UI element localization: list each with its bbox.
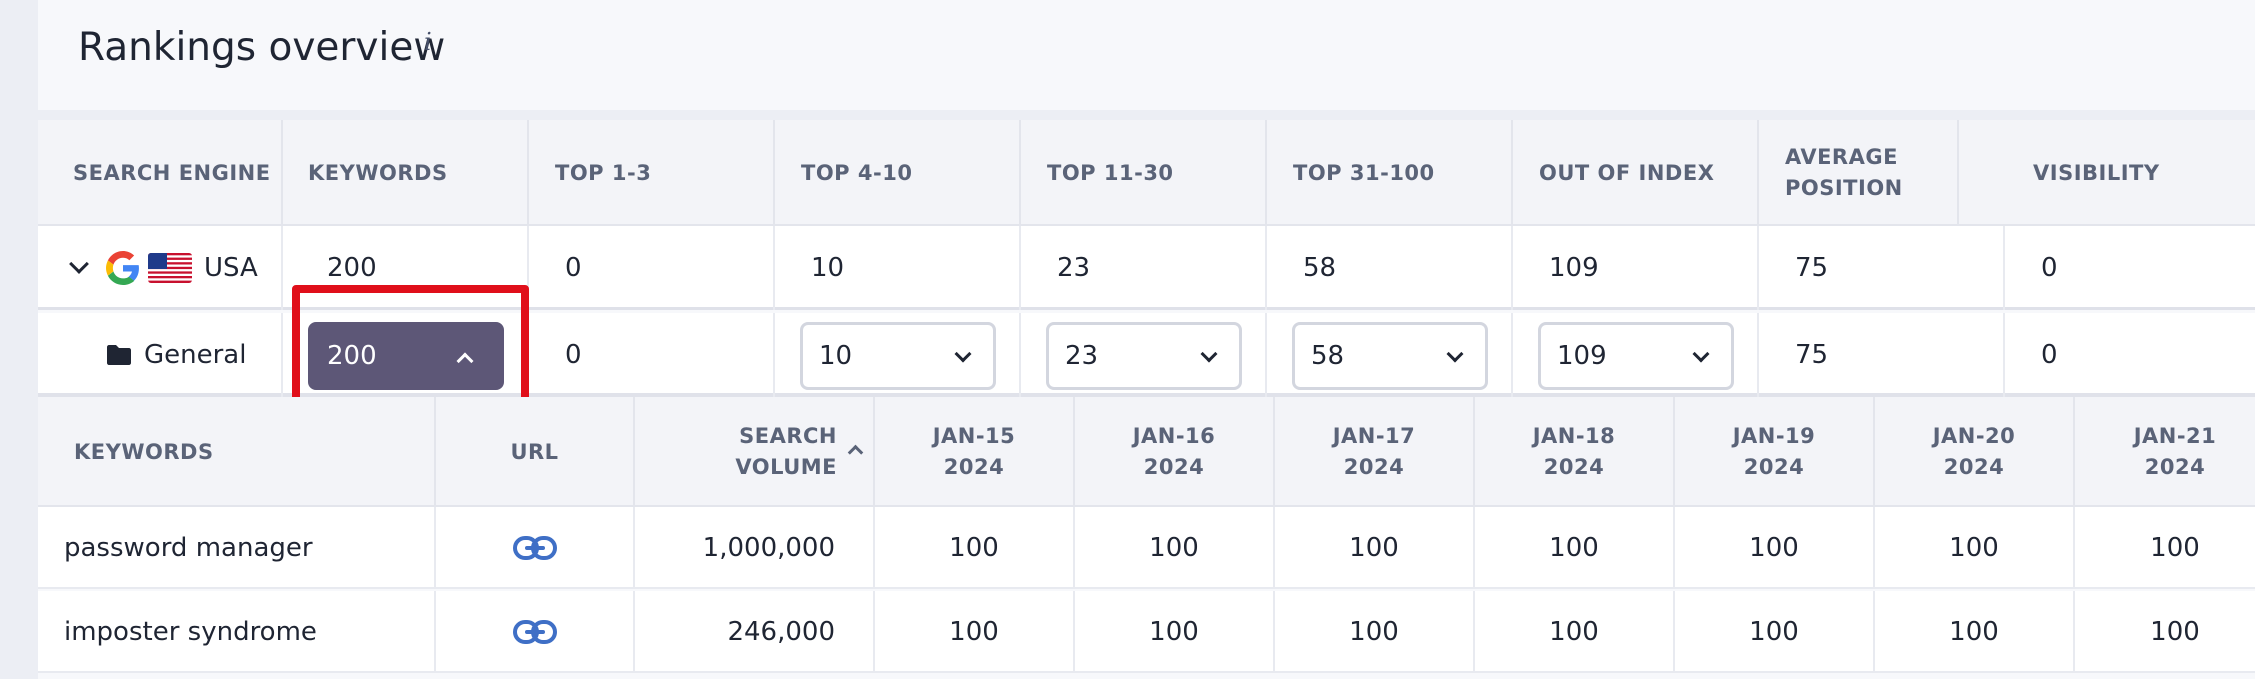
position-cell: 100 (1275, 507, 1475, 589)
panel-header: Rankings overview i (38, 0, 2255, 110)
col-date[interactable]: JAN-16 2024 (1075, 397, 1275, 507)
position-cell: 100 (875, 507, 1075, 589)
table-row[interactable]: imposter syndrome 246,000 100 100 100 10… (38, 591, 2255, 673)
position-cell: 100 (1075, 591, 1275, 673)
col-date[interactable]: JAN-21 2024 (2075, 397, 2255, 507)
usa-out-of-index: 109 (1513, 226, 1759, 310)
keywords-header-row: KEYWORDS URL SEARCH VOLUME JAN-15 2024 J… (38, 397, 2255, 507)
chevron-down-icon (954, 345, 972, 363)
group-general[interactable]: General (38, 313, 283, 397)
search-engine-usa[interactable]: USA (38, 226, 283, 310)
usa-top-11-30: 23 (1021, 226, 1267, 310)
col-date[interactable]: JAN-15 2024 (875, 397, 1075, 507)
col-keywords: KEYWORDS (283, 120, 529, 226)
url-cell[interactable] (436, 507, 635, 589)
col-date-label: JAN-17 2024 (1332, 424, 1416, 479)
position-cell: 100 (2150, 533, 2200, 563)
col-out-of-index: OUT OF INDEX (1513, 120, 1759, 226)
keyword-cell[interactable]: password manager (38, 507, 436, 589)
usa-visibility: 0 (2041, 253, 2058, 283)
out-of-index-dropdown[interactable]: 109 (1538, 322, 1734, 390)
position-cell: 100 (2150, 617, 2200, 647)
col-visibility: VISIBILITY (2033, 160, 2160, 185)
position-cell: 100 (1075, 507, 1275, 589)
col-keyword[interactable]: KEYWORDS (38, 397, 436, 507)
col-date[interactable]: JAN-17 2024 (1275, 397, 1475, 507)
col-date[interactable]: JAN-18 2024 (1475, 397, 1675, 507)
col-search-engine: SEARCH ENGINE (38, 120, 283, 226)
col-search-volume-label: SEARCH VOLUME (735, 424, 837, 479)
search-volume-cell: 246,000 (635, 591, 875, 673)
col-search-volume[interactable]: SEARCH VOLUME (635, 397, 875, 507)
search-volume-cell: 1,000,000 (635, 507, 875, 589)
info-icon[interactable]: i (424, 28, 432, 56)
highlight-box (292, 285, 529, 412)
position-cell: 100 (1875, 591, 2075, 673)
table-row[interactable]: password manager 1,000,000 100 100 100 1… (38, 507, 2255, 589)
region-label: USA (204, 253, 258, 283)
position-cell: 100 (1275, 591, 1475, 673)
group-label: General (144, 340, 247, 370)
col-date-label: JAN-15 2024 (932, 424, 1016, 479)
general-average-position: 75 (1759, 313, 2005, 397)
position-cell: 100 (1675, 507, 1875, 589)
usa-top-4-10: 10 (775, 226, 1021, 310)
page-title: Rankings overview (78, 25, 446, 70)
col-date-label: JAN-16 2024 (1132, 424, 1216, 479)
top-11-30-dropdown[interactable]: 23 (1046, 322, 1242, 390)
col-date-label: JAN-21 2024 (2133, 424, 2217, 479)
position-cell: 100 (1675, 591, 1875, 673)
col-top-11-30: TOP 11-30 (1021, 120, 1267, 226)
chevron-down-icon (1200, 345, 1218, 363)
chevron-down-icon (1446, 345, 1464, 363)
header-separator (38, 110, 2255, 120)
usa-top-1-3: 0 (529, 226, 775, 310)
keyword-cell[interactable]: imposter syndrome (38, 591, 436, 673)
google-icon (106, 251, 139, 285)
top-4-10-dropdown[interactable]: 10 (800, 322, 996, 390)
col-top-4-10: TOP 4-10 (775, 120, 1021, 226)
general-visibility: 0 (2041, 340, 2058, 370)
chevron-down-icon[interactable] (69, 254, 89, 274)
out-of-index-dropdown-value: 109 (1557, 341, 1607, 371)
col-date-label: JAN-18 2024 (1532, 424, 1616, 479)
col-date-label: JAN-20 2024 (1932, 424, 2016, 479)
top-4-10-dropdown-value: 10 (819, 341, 853, 371)
sort-ascending-icon[interactable] (847, 444, 864, 461)
us-flag-icon (148, 253, 192, 283)
top-31-100-dropdown[interactable]: 58 (1292, 322, 1488, 390)
position-cell: 100 (875, 591, 1075, 673)
position-cell: 100 (1875, 507, 2075, 589)
chevron-down-icon (1692, 345, 1710, 363)
link-icon[interactable] (512, 535, 557, 561)
position-cell: 100 (1475, 507, 1675, 589)
col-url[interactable]: URL (436, 397, 635, 507)
link-icon[interactable] (512, 619, 557, 645)
general-top-1-3: 0 (529, 313, 775, 397)
col-average-position: AVERAGE POSITION (1759, 120, 1959, 226)
col-date[interactable]: JAN-19 2024 (1675, 397, 1875, 507)
left-gutter (0, 0, 38, 679)
folder-icon (107, 345, 131, 365)
position-cell: 100 (1475, 591, 1675, 673)
usa-average-position: 75 (1759, 226, 2005, 310)
col-top-31-100: TOP 31-100 (1267, 120, 1513, 226)
col-top-1-3: TOP 1-3 (529, 120, 775, 226)
url-cell[interactable] (436, 591, 635, 673)
col-date-label: JAN-19 2024 (1732, 424, 1816, 479)
top-31-100-dropdown-value: 58 (1311, 341, 1345, 371)
usa-top-31-100: 58 (1267, 226, 1513, 310)
col-date[interactable]: JAN-20 2024 (1875, 397, 2075, 507)
summary-header-row: SEARCH ENGINE KEYWORDS TOP 1-3 TOP 4-10 … (38, 120, 2255, 226)
top-11-30-dropdown-value: 23 (1065, 341, 1099, 371)
